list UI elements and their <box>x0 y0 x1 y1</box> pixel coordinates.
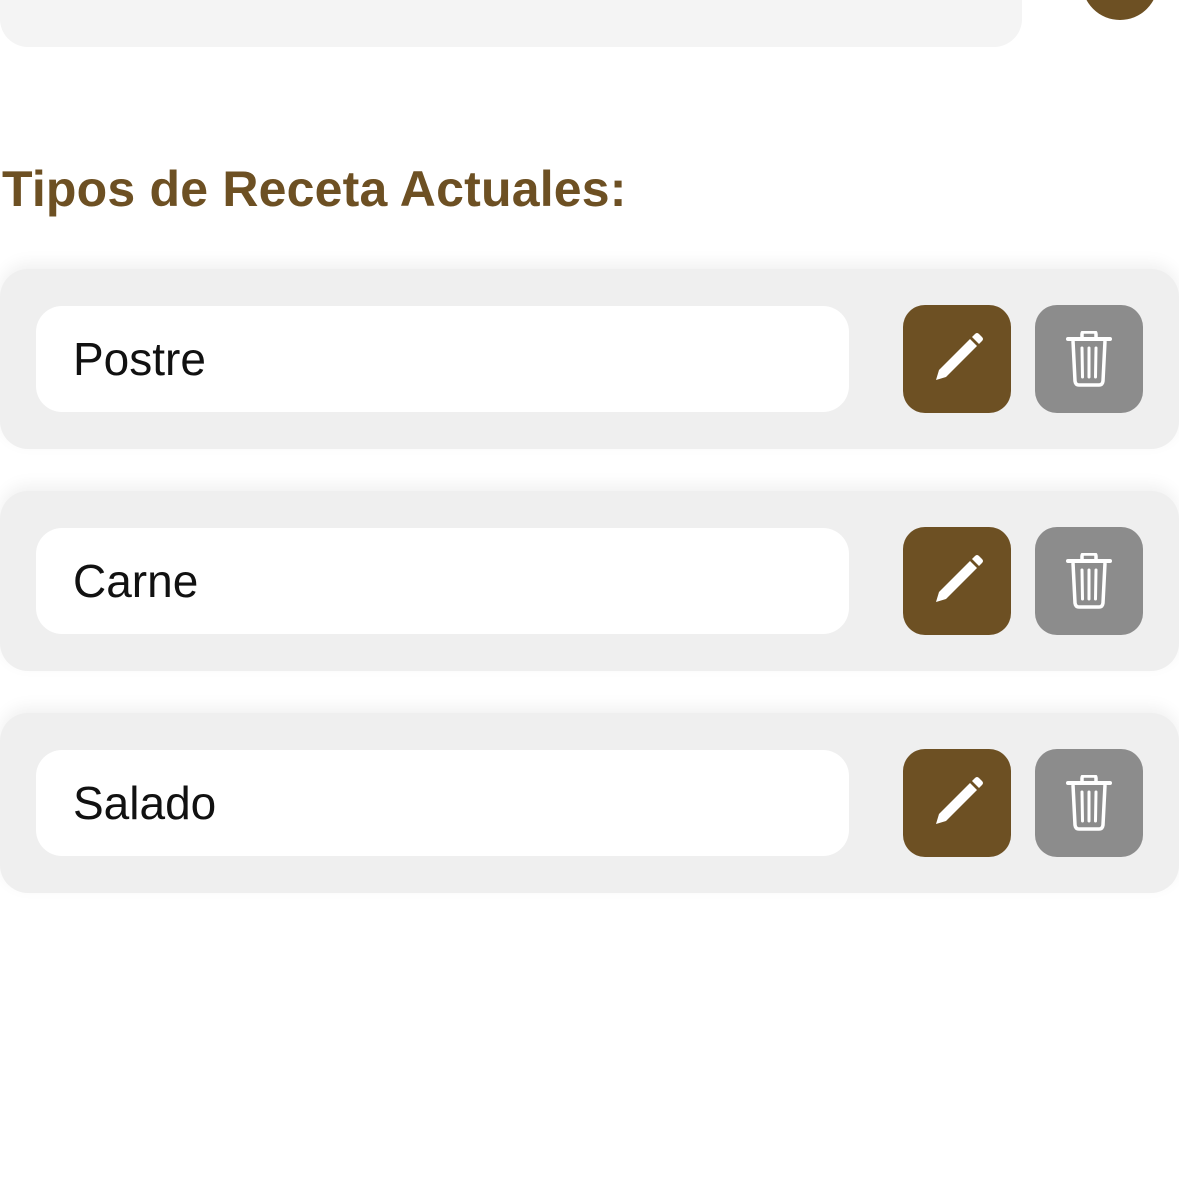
edit-button[interactable] <box>903 527 1011 635</box>
edit-button[interactable] <box>903 749 1011 857</box>
pencil-icon <box>936 777 983 824</box>
add-recipe-type-button[interactable] <box>1082 0 1158 20</box>
recipe-type-name[interactable]: Salado <box>36 750 849 856</box>
section-title: Tipos de Receta Actuales: <box>2 161 627 217</box>
edit-button[interactable] <box>903 305 1011 413</box>
trash-icon <box>1066 331 1112 387</box>
new-recipe-type-input[interactable] <box>24 0 928 2</box>
delete-button[interactable] <box>1035 749 1143 857</box>
trash-icon <box>1066 775 1112 831</box>
recipe-type-row: Carne <box>0 491 1179 671</box>
delete-button[interactable] <box>1035 305 1143 413</box>
recipe-type-row: Postre <box>0 269 1179 449</box>
recipe-type-row: Salado <box>0 713 1179 893</box>
delete-button[interactable] <box>1035 527 1143 635</box>
recipe-type-name[interactable]: Carne <box>36 528 849 634</box>
trash-icon <box>1066 553 1112 609</box>
recipe-type-name[interactable]: Postre <box>36 306 849 412</box>
new-recipe-type-field[interactable] <box>0 0 1022 47</box>
pencil-icon <box>936 333 983 380</box>
pencil-icon <box>936 555 983 602</box>
recipe-types-screen: Tipos de Receta Actuales: Postre Carne <box>0 0 1179 1179</box>
